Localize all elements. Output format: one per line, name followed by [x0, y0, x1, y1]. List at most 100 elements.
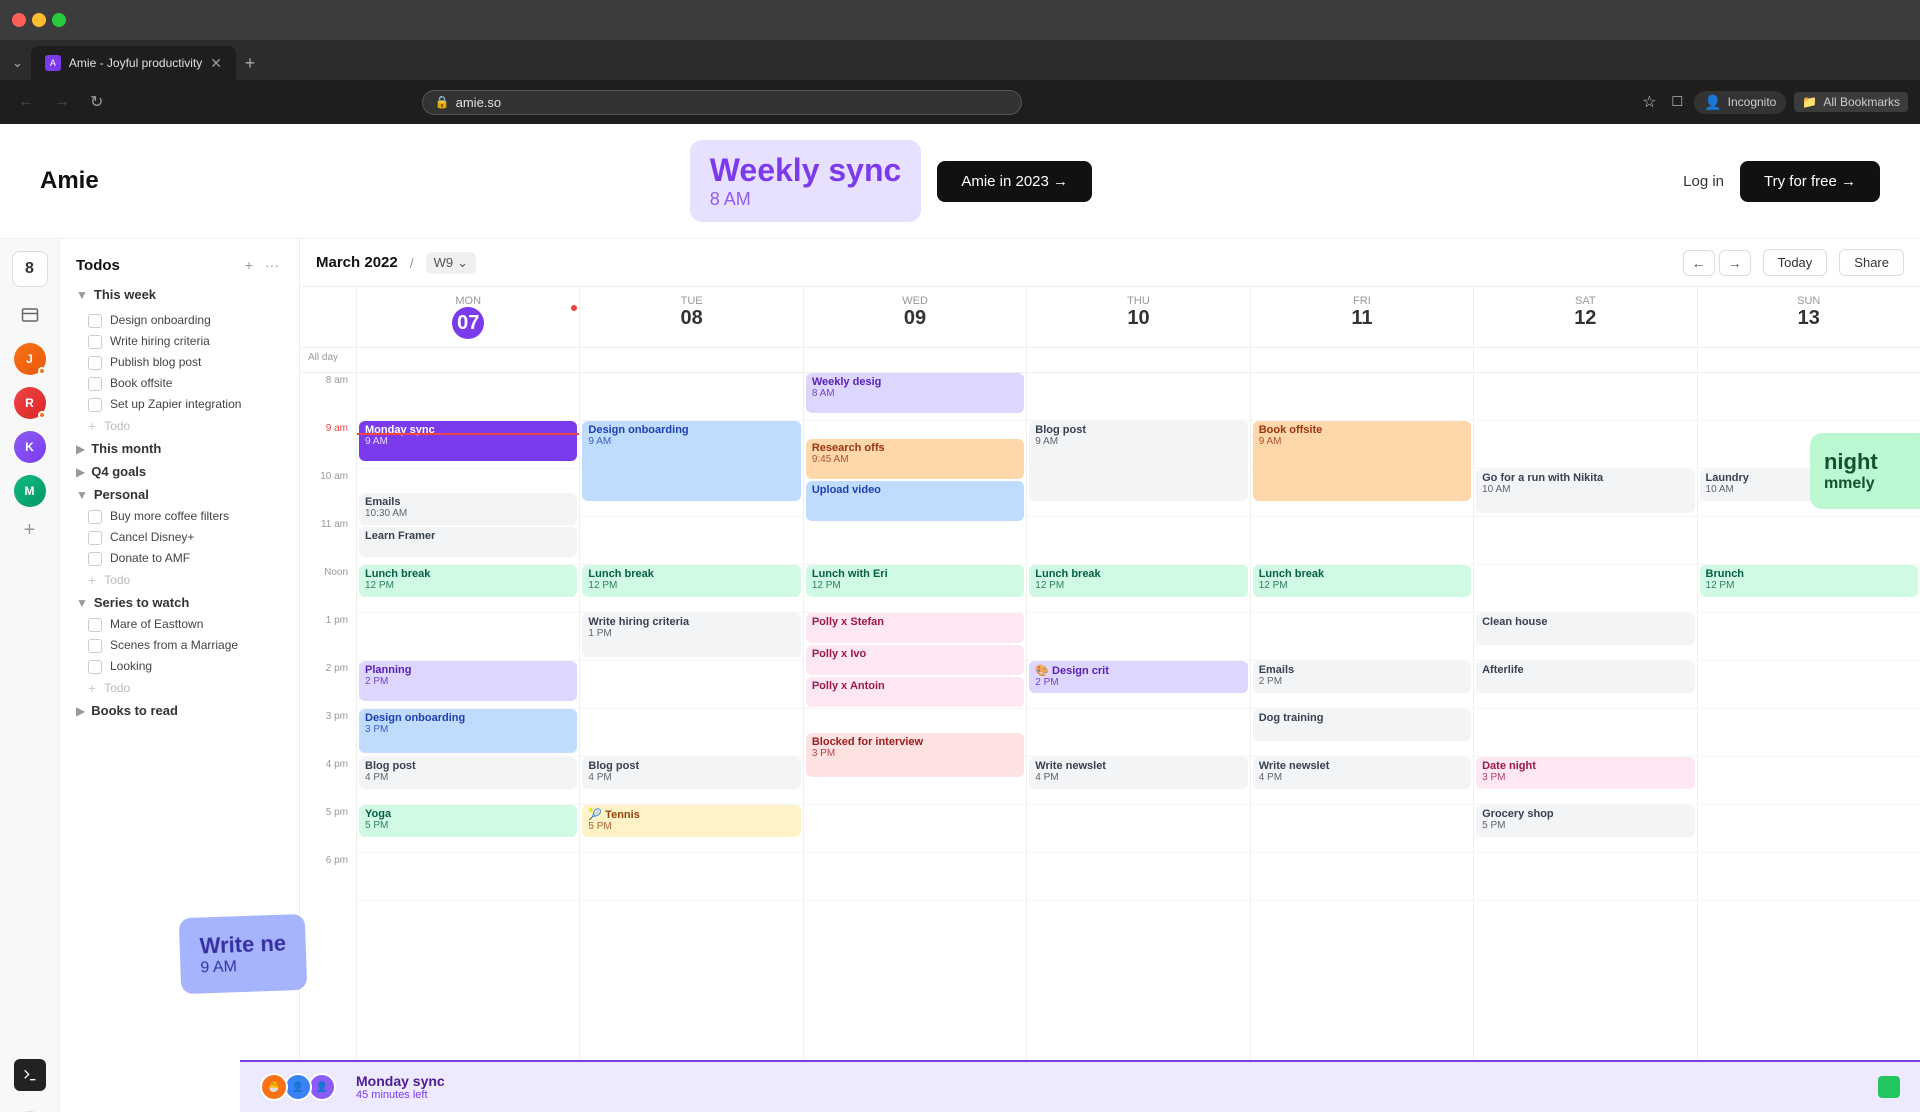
window-controls — [12, 13, 66, 27]
tab-close-icon[interactable]: ✕ — [210, 55, 222, 72]
event-mon-design-onboarding[interactable]: Design onboarding 3 PM — [359, 709, 577, 753]
checkbox-amf[interactable] — [88, 552, 102, 566]
event-thu-design-crit[interactable]: 🎨 Design crit 2 PM — [1029, 661, 1247, 693]
section-header-personal[interactable]: ▼ Personal — [60, 483, 299, 506]
avatar-1[interactable]: J — [14, 343, 46, 375]
checkbox-book-offsite[interactable] — [88, 377, 102, 391]
event-mon-lunch[interactable]: Lunch break 12 PM — [359, 565, 577, 597]
bookmark-icon[interactable]: ☆ — [1638, 88, 1660, 116]
todo-more-btn[interactable]: ··· — [261, 255, 283, 275]
event-wed-weekly-desig[interactable]: Weekly desig 8 AM — [806, 373, 1024, 413]
event-sat-run-nikita[interactable]: Go for a run with Nikita 10 AM — [1476, 469, 1694, 513]
event-tue-tennis[interactable]: 🎾 Tennis 5 PM — [582, 805, 800, 837]
add-person-icon[interactable]: + — [24, 519, 36, 542]
week-selector[interactable]: W9 ⌄ — [426, 252, 476, 274]
event-wed-lunch-eri[interactable]: Lunch with Eri 12 PM — [806, 565, 1024, 597]
event-wed-blocked-interview[interactable]: Blocked for interview 3 PM — [806, 733, 1024, 777]
event-sat-clean-house[interactable]: Clean house — [1476, 613, 1694, 645]
section-header-series[interactable]: ▼ Series to watch — [60, 591, 299, 614]
event-tue-lunch[interactable]: Lunch break 12 PM — [582, 565, 800, 597]
prev-week-btn[interactable]: ← — [1683, 250, 1715, 276]
section-header-books[interactable]: ▶ Books to read — [60, 699, 299, 722]
checkbox-write-hiring[interactable] — [88, 335, 102, 349]
checkbox-publish-blog[interactable] — [88, 356, 102, 370]
event-fri-lunch[interactable]: Lunch break 12 PM — [1253, 565, 1471, 597]
event-thu-blog-post[interactable]: Blog post 9 AM — [1029, 421, 1247, 501]
address-bar[interactable]: 🔒 amie.so — [422, 90, 1022, 115]
event-fri-write-newslet[interactable]: Write newslet 4 PM — [1253, 757, 1471, 789]
event-fri-book-offsite[interactable]: Book offsite 9 AM — [1253, 421, 1471, 501]
event-tue-blog-post[interactable]: Blog post 4 PM — [582, 757, 800, 789]
event-title: 🎾 Tennis — [588, 808, 794, 821]
event-mon-learn-framer[interactable]: Learn Framer — [359, 527, 577, 557]
new-tab-button[interactable]: + — [236, 49, 264, 77]
section-header-this-month[interactable]: ▶ This month — [60, 437, 299, 460]
close-window-btn[interactable] — [12, 13, 26, 27]
event-wed-polly-ivo[interactable]: Polly x Ivo — [806, 645, 1024, 675]
checkbox-scenes[interactable] — [88, 639, 102, 653]
event-fri-emails[interactable]: Emails 2 PM — [1253, 661, 1471, 693]
all-day-cells — [356, 348, 1920, 372]
avatar-2[interactable]: R — [14, 387, 46, 419]
event-tue-design-onboarding[interactable]: Design onboarding 9 AM — [582, 421, 800, 501]
back-btn[interactable]: ← — [12, 89, 40, 115]
maximize-window-btn[interactable] — [52, 13, 66, 27]
event-wed-research-offs[interactable]: Research offs 9:45 AM — [806, 439, 1024, 479]
checkbox-disney[interactable] — [88, 531, 102, 545]
all-day-label: All day — [300, 348, 356, 372]
event-thu-write-newslet[interactable]: Write newslet 4 PM — [1029, 757, 1247, 789]
avatar-3[interactable]: K — [14, 431, 46, 463]
checkbox-coffee[interactable] — [88, 510, 102, 524]
event-thu-lunch[interactable]: Lunch break 12 PM — [1029, 565, 1247, 597]
event-fri-dog-training[interactable]: Dog training — [1253, 709, 1471, 741]
incognito-btn[interactable]: 👤 Incognito — [1694, 91, 1786, 114]
next-week-btn[interactable]: → — [1719, 250, 1751, 276]
event-mon-monday-sync[interactable]: Monday sync 9 AM — [359, 421, 577, 461]
date-badge[interactable]: 8 — [12, 251, 48, 287]
checkbox-design-onboarding[interactable] — [88, 314, 102, 328]
event-mon-blog-post[interactable]: Blog post 4 PM — [359, 757, 577, 789]
reload-btn[interactable]: ↻ — [84, 88, 109, 116]
event-sat-grocery[interactable]: Grocery shop 5 PM — [1476, 805, 1694, 837]
add-todo-series[interactable]: + Todo — [60, 677, 299, 699]
event-title: Blog post — [365, 760, 571, 772]
try-free-btn[interactable]: Try for free → — [1740, 161, 1880, 202]
today-btn[interactable]: Today — [1763, 249, 1828, 276]
minimize-window-btn[interactable] — [32, 13, 46, 27]
event-title: Lunch break — [365, 568, 571, 580]
event-mon-yoga[interactable]: Yoga 5 PM — [359, 805, 577, 837]
share-btn[interactable]: Share — [1839, 249, 1904, 276]
sync-bar-green-btn[interactable] — [1878, 1076, 1900, 1098]
add-todo-header-btn[interactable]: + — [241, 255, 257, 275]
time-label-8am: 8 am — [300, 373, 356, 421]
sync-bar-avatars: 🐣 👤 👤 — [300, 1073, 336, 1101]
forward-btn[interactable]: → — [48, 89, 76, 115]
section-header-this-week[interactable]: ▼ This week — [60, 283, 299, 310]
avatar-4[interactable]: M — [14, 475, 46, 507]
event-sat-afterlife[interactable]: Afterlife — [1476, 661, 1694, 693]
active-tab[interactable]: A Amie - Joyful productivity ✕ — [31, 46, 236, 80]
event-time: 12 PM — [588, 580, 794, 591]
terminal-icon[interactable] — [14, 1059, 46, 1091]
event-mon-planning[interactable]: Planning 2 PM — [359, 661, 577, 701]
add-todo-this-week[interactable]: + Todo — [60, 415, 299, 437]
checkbox-mare[interactable] — [88, 618, 102, 632]
extension-icon[interactable]: □ — [1669, 89, 1687, 115]
checkbox-zapier[interactable] — [88, 398, 102, 412]
tab-scroll-btn[interactable]: ⌄ — [12, 55, 31, 71]
all-bookmarks-btn[interactable]: 📁 All Bookmarks — [1794, 92, 1908, 112]
event-wed-polly-stefan[interactable]: Polly x Stefan — [806, 613, 1024, 643]
login-link[interactable]: Log in — [1683, 173, 1724, 190]
add-todo-personal[interactable]: + Todo — [60, 569, 299, 591]
inbox-icon[interactable] — [14, 299, 46, 331]
event-sat-date-night[interactable]: Date night 3 PM — [1476, 757, 1694, 789]
amie-2023-btn[interactable]: Amie in 2023 → — [937, 161, 1092, 202]
event-title: Afterlife — [1482, 664, 1688, 676]
event-wed-polly-antoin[interactable]: Polly x Antoin — [806, 677, 1024, 707]
event-tue-write-hiring[interactable]: Write hiring criteria 1 PM — [582, 613, 800, 657]
event-wed-upload-video[interactable]: Upload video — [806, 481, 1024, 521]
checkbox-looking[interactable] — [88, 660, 102, 674]
event-mon-emails[interactable]: Emails 10:30 AM — [359, 493, 577, 525]
section-header-q4-goals[interactable]: ▶ Q4 goals — [60, 460, 299, 483]
event-sun-brunch[interactable]: Brunch 12 PM — [1700, 565, 1918, 597]
